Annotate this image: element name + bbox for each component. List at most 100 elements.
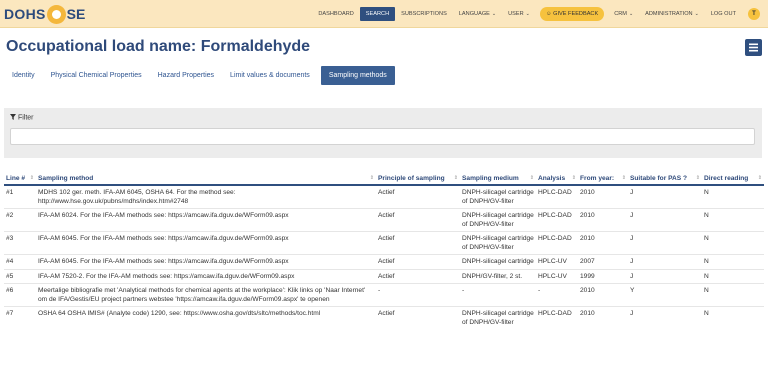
cell-line: #6 (4, 283, 36, 307)
column-header-sampling-method[interactable]: Sampling method ⇕ (36, 172, 376, 186)
column-header-label: Principle of sampling (378, 174, 445, 182)
cell-sampling-method: MDHS 102 ger. meth. IFA-AM 6045, OSHA 64… (36, 184, 376, 209)
column-header-label: From year: (580, 174, 615, 182)
cell-suitable-for-pas: J (628, 268, 702, 284)
table-row[interactable]: #2 IFA-AM 6024. For the IFA-AM methods se… (4, 208, 764, 232)
nav-item-language[interactable]: LANGUAGE ⌄ (453, 7, 502, 21)
cell-principle-of-sampling: Actief (376, 184, 460, 209)
cell-principle-of-sampling: - (376, 283, 460, 307)
cell-suitable-for-pas: J (628, 306, 702, 329)
column-header-label: Direct reading (704, 174, 749, 182)
cell-line: #5 (4, 268, 36, 284)
cell-principle-of-sampling: Actief (376, 208, 460, 232)
cell-sampling-method: IFA-AM 7520-2. For the IFA-AM methods se… (36, 268, 376, 284)
cell-sampling-medium: DNPH/GV-filter, 2 st. (460, 268, 536, 284)
user-avatar[interactable]: T (748, 8, 760, 20)
nav-item-administration[interactable]: ADMINISTRATION ⌄ (639, 7, 705, 21)
nav-item-search[interactable]: SEARCH (359, 7, 396, 21)
cell-suitable-for-pas: J (628, 231, 702, 255)
cell-direct-reading: N (702, 268, 764, 284)
cell-sampling-method: IFA-AM 6045. For the IFA-AM methods see:… (36, 254, 376, 269)
cell-analysis: HPLC-DAD (536, 208, 578, 232)
cell-from-year: 2010 (578, 306, 628, 329)
cell-sampling-method: IFA-AM 6024. For the IFA-AM methods see:… (36, 208, 376, 232)
sort-icon: ⇕ (695, 174, 700, 181)
table-row[interactable]: #4 IFA-AM 6045. For the IFA-AM methods se… (4, 254, 764, 269)
sampling-methods-table: Line # ⇕ Sampling method ⇕ Principle of samp… (4, 172, 764, 329)
cell-suitable-for-pas: J (628, 254, 702, 269)
column-header-principle-of-sampling[interactable]: Principle of sampling ⇕ (376, 172, 460, 186)
cell-from-year: 2007 (578, 254, 628, 269)
tab-sampling-methods[interactable]: Sampling methods (320, 66, 395, 85)
list-view-button[interactable] (745, 39, 762, 56)
chevron-down-icon: ⌄ (694, 11, 699, 17)
column-header-suitable-for-pas[interactable]: Suitable for PAS ? ⇕ (628, 172, 702, 186)
sort-icon: ⇕ (453, 174, 458, 181)
cell-suitable-for-pas: J (628, 208, 702, 232)
column-header-analysis[interactable]: Analysis ⇕ (536, 172, 578, 186)
sort-icon: ⇕ (571, 174, 576, 181)
logo-suffix: SE (66, 6, 86, 22)
nav-item-label: SUBSCRIPTIONS (401, 11, 447, 17)
nav-item-label: USER (508, 11, 524, 17)
table-row[interactable]: #1 MDHS 102 ger. meth. IFA-AM 6045, OSHA … (4, 184, 764, 209)
table-row[interactable]: #6 Meertalige bibliografie met 'Analytica… (4, 283, 764, 307)
table-row[interactable]: #5 IFA-AM 7520-2. For the IFA-AM methods … (4, 268, 764, 284)
cell-principle-of-sampling: Actief (376, 231, 460, 255)
cell-sampling-medium: DNPH-silicagel cartridge of DNPH/GV-filt… (460, 306, 536, 329)
chevron-down-icon: ⌄ (525, 11, 530, 17)
nav-item-label: LANGUAGE (458, 11, 490, 17)
column-header-label: Suitable for PAS ? (630, 174, 688, 182)
column-header-label: Analysis (538, 174, 566, 182)
cell-direct-reading: N (702, 231, 764, 255)
nav-item-subscriptions[interactable]: SUBSCRIPTIONS (395, 7, 453, 21)
cell-sampling-medium: - (460, 283, 536, 307)
sort-icon: ⇕ (369, 174, 374, 181)
column-header-label: Sampling medium (462, 174, 519, 182)
sort-icon: ⇕ (757, 174, 762, 181)
column-header-direct-reading[interactable]: Direct reading ⇕ (702, 172, 764, 186)
table-row[interactable]: #7 OSHA 64 OSHA IMIS# (Analyte code) 1290… (4, 306, 764, 329)
top-navbar: DOHS SE DASHBOARD SEARCH SUBSCRIPTIONS LANG… (0, 0, 768, 28)
column-header-sampling-medium[interactable]: Sampling medium ⇕ (460, 172, 536, 186)
cell-sampling-medium: DNPH-silicagel cartridge (460, 254, 536, 269)
column-header-label: Line # (6, 174, 26, 182)
nav-item-crm[interactable]: CRM ⌄ (608, 7, 639, 21)
cell-direct-reading: N (702, 254, 764, 269)
cell-analysis: - (536, 283, 578, 307)
filter-icon (10, 114, 16, 120)
filter-input[interactable] (10, 128, 755, 145)
list-icon (749, 43, 758, 52)
cell-principle-of-sampling: Actief (376, 306, 460, 329)
table-row[interactable]: #3 IFA-AM 6045. For the IFA-AM methods se… (4, 231, 764, 255)
tab-limit-values-documents[interactable]: Limit values & documents (222, 66, 318, 85)
tab-physical-chemical-properties[interactable]: Physical Chemical Properties (43, 66, 150, 85)
sort-icon: ⇕ (29, 174, 34, 181)
cell-sampling-method: IFA-AM 6045. For the IFA-AM methods see:… (36, 231, 376, 255)
nav-item-log-out[interactable]: LOG OUT (705, 7, 742, 21)
tab-hazard-properties[interactable]: Hazard Properties (150, 66, 222, 85)
filter-title-text: Filter (17, 114, 34, 122)
nav-item-label: LOG OUT (710, 11, 736, 17)
give-feedback-label: GIVE FEEDBACK (553, 11, 599, 17)
cell-sampling-method: Meertalige bibliografie met 'Analytical … (36, 283, 376, 307)
column-header-from-year[interactable]: From year: ⇕ (578, 172, 628, 186)
nav-item-label: SEARCH (365, 11, 390, 17)
cell-analysis: HPLC-DAD (536, 231, 578, 255)
nav-item-dashboard[interactable]: DASHBOARD (312, 7, 359, 21)
nav-menu: DASHBOARD SEARCH SUBSCRIPTIONS LANGUAGE ⌄ USE… (312, 6, 760, 22)
logo-o-mark (46, 4, 66, 24)
cell-line: #4 (4, 254, 36, 269)
give-feedback-button[interactable]: ☺ GIVE FEEDBACK (539, 7, 605, 21)
app-logo[interactable]: DOHS SE (4, 4, 85, 24)
tab-identity[interactable]: Identity (4, 66, 43, 85)
cell-direct-reading: N (702, 283, 764, 307)
nav-item-user[interactable]: USER ⌄ (502, 7, 536, 21)
filter-heading: Filter (10, 114, 34, 122)
page-title: Occupational load name: Formaldehyde (6, 38, 311, 55)
cell-line: #3 (4, 231, 36, 255)
table-header-row: Line # ⇕ Sampling method ⇕ Principle of samp… (4, 172, 764, 186)
cell-from-year: 2010 (578, 231, 628, 255)
cell-direct-reading: N (702, 184, 764, 209)
column-header-line[interactable]: Line # ⇕ (4, 172, 36, 186)
